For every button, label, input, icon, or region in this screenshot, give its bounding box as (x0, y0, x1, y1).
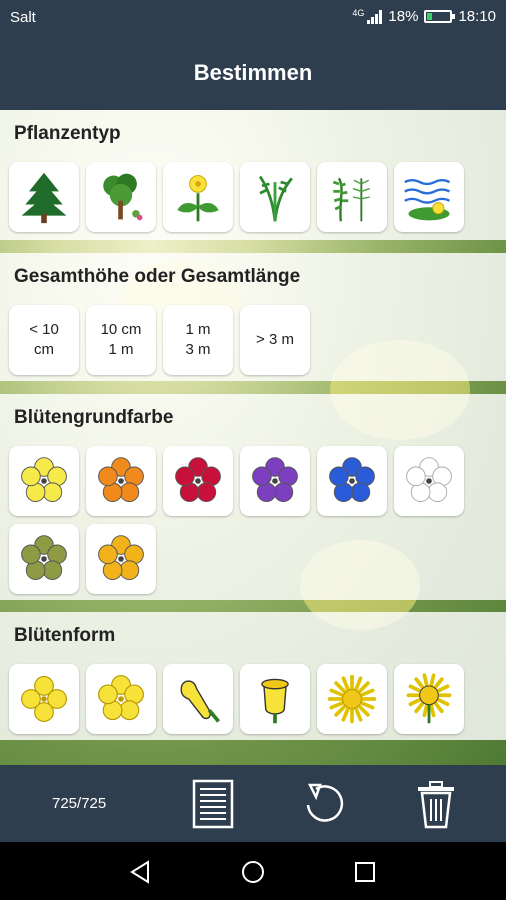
app-bar: Bestimmen (0, 34, 506, 110)
height-option-line: 1 m (185, 321, 211, 338)
radial-4-icon (21, 676, 67, 722)
height-option-label: > 3 m (256, 331, 294, 348)
height-option-line: 3 m (185, 341, 211, 358)
ray-flower-icon (327, 674, 377, 724)
flower-color-icon (21, 457, 67, 502)
flower-color-option[interactable] (86, 524, 156, 594)
flower-color-icon (98, 457, 144, 502)
home-circle-icon[interactable] (240, 859, 266, 885)
flower-color-icon (98, 535, 144, 580)
flower-color-option[interactable] (163, 446, 233, 516)
trash-icon[interactable] (412, 779, 460, 829)
height-option-over-3m[interactable]: > 3 m (240, 305, 310, 375)
plant-type-shrub[interactable] (86, 162, 156, 232)
section-title-height: Gesamthöhe oder Gesamtlänge (14, 266, 301, 287)
flower-color-icon (21, 535, 67, 580)
system-nav-bar (0, 842, 506, 900)
flower-shape-composite[interactable] (394, 664, 464, 734)
back-triangle-icon[interactable] (128, 859, 154, 885)
result-count: 725/725 (52, 795, 107, 812)
flower-shape-bell[interactable] (240, 664, 310, 734)
flower-color-icon (175, 457, 221, 502)
undo-icon[interactable] (300, 779, 348, 829)
height-option-line: 1 m (108, 341, 134, 358)
battery-icon (424, 10, 456, 23)
network-type-label: 4G (352, 7, 365, 18)
height-option-line: < 10 (29, 321, 59, 338)
section-title-flower-shape: Blütenform (14, 625, 116, 646)
flower-shape-lipped[interactable] (163, 664, 233, 734)
flower-color-option[interactable] (86, 446, 156, 516)
flower-color-icon (406, 457, 452, 502)
carrier-label: Salt (10, 9, 36, 26)
bottom-toolbar: 725/725 (0, 765, 506, 842)
section-title-flower-color: Blütengrundfarbe (14, 407, 174, 428)
flower-shape-radial-5[interactable] (86, 664, 156, 734)
herb-icon (177, 175, 219, 222)
flower-color-option[interactable] (317, 446, 387, 516)
lipped-icon (180, 680, 220, 723)
height-option-line: cm (34, 341, 54, 358)
section-flower-color: Blütengrundfarbe (0, 394, 506, 600)
water-plant-icon (404, 179, 451, 221)
height-option-label: < 10 cm (29, 320, 59, 360)
height-option-under-10cm[interactable]: < 10 cm (9, 305, 79, 375)
section-plant-type: Pflanzentyp (0, 110, 506, 240)
recents-square-icon[interactable] (352, 859, 378, 885)
status-bar: Salt 4G 18% 18:10 (0, 0, 506, 34)
flower-color-icon (329, 457, 375, 502)
composite-icon (406, 673, 452, 724)
tree-icon (21, 172, 67, 224)
flower-shape-ray[interactable] (317, 664, 387, 734)
flower-color-option[interactable] (9, 524, 79, 594)
flower-color-option[interactable] (9, 446, 79, 516)
plant-type-grass[interactable] (240, 162, 310, 232)
flower-shape-radial-4[interactable] (9, 664, 79, 734)
section-title-plant-type: Pflanzentyp (14, 123, 121, 144)
list-icon[interactable] (190, 779, 238, 829)
height-option-line: 10 cm (100, 321, 142, 338)
filter-content[interactable]: Pflanzentyp Gesamthöhe oder Gesamtlänge … (0, 110, 506, 765)
height-option-10cm-1m[interactable]: 10 cm 1 m (86, 305, 156, 375)
flower-color-option[interactable] (394, 446, 464, 516)
section-flower-shape: Blütenform (0, 612, 506, 740)
flower-color-option[interactable] (240, 446, 310, 516)
page-title: Bestimmen (193, 60, 313, 85)
signal-icon (367, 9, 383, 24)
shrub-icon (103, 173, 143, 221)
height-option-label: 10 cm 1 m (101, 320, 142, 360)
bell-icon (261, 678, 289, 724)
plant-type-water-plant[interactable] (394, 162, 464, 232)
plant-type-tree[interactable] (9, 162, 79, 232)
fern-icon (332, 177, 370, 222)
flower-color-icon (252, 457, 298, 502)
grass-icon (258, 175, 293, 222)
plant-type-herb[interactable] (163, 162, 233, 232)
battery-percent: 18% (388, 8, 419, 25)
height-option-label: 1 m 3 m (185, 320, 210, 360)
section-height: Gesamthöhe oder Gesamtlänge < 10 cm 10 c… (0, 253, 506, 381)
clock: 18:10 (458, 8, 496, 25)
height-option-1m-3m[interactable]: 1 m 3 m (163, 305, 233, 375)
radial-5-icon (98, 675, 144, 721)
plant-type-fern[interactable] (317, 162, 387, 232)
